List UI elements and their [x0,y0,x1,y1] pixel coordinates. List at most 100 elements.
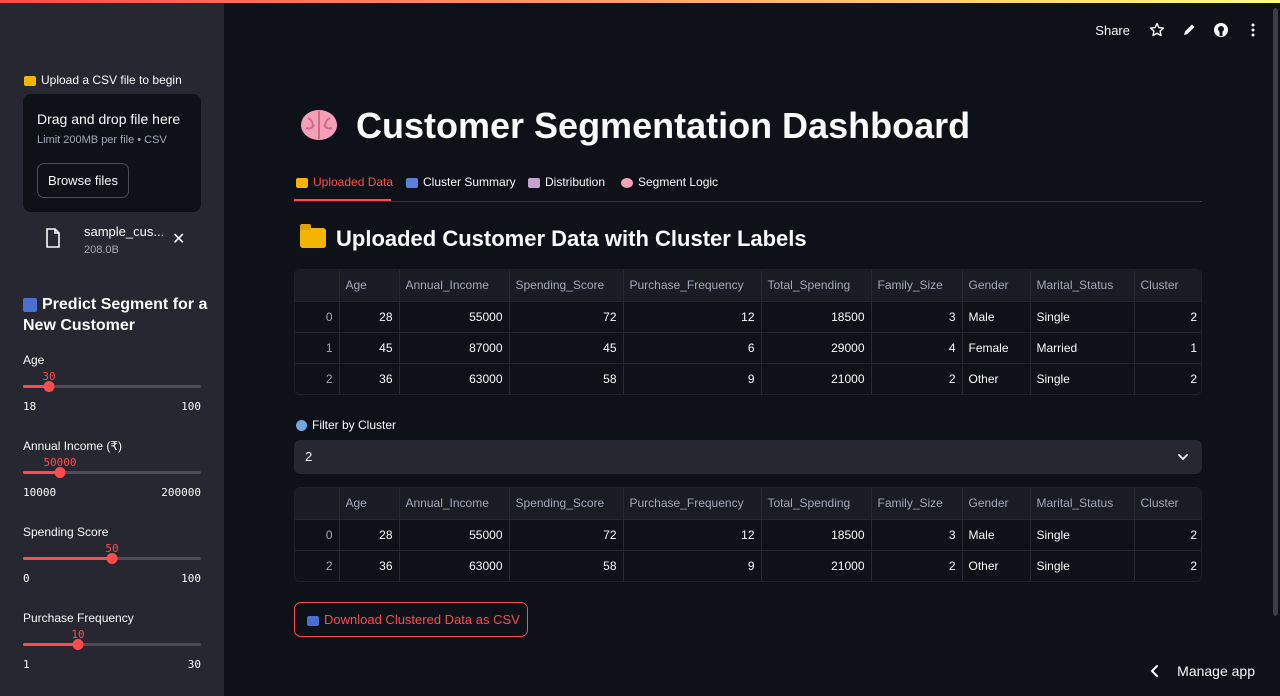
slider-min: 10000 [23,486,57,499]
row-index: 1 [295,332,340,364]
slider-thumb[interactable] [54,467,66,478]
row-index: 0 [295,301,340,333]
github-icon[interactable] [1212,21,1230,39]
slider-label: Spending Score [23,525,109,539]
header-toolbar: Share [1095,19,1262,41]
age-slider[interactable]: Age 30 18 100 [23,353,201,423]
download-csv-button[interactable]: Download Clustered Data as CSV [294,602,528,637]
file-dropzone[interactable]: Drag and drop file here Limit 200MB per … [23,94,201,212]
tab-segment-logic[interactable]: Segment Logic [621,175,718,189]
slider-max: 100 [181,572,201,585]
star-icon[interactable] [1148,21,1166,39]
page-title: Customer Segmentation Dashboard [300,105,970,147]
scrollbar[interactable] [1273,8,1278,616]
column-header[interactable]: Age [339,270,400,302]
column-header[interactable]: Annual_Income [399,488,510,520]
column-header[interactable]: Total_Spending [761,270,872,302]
table-row[interactable]: 1 45 87000 45 6 29000 4 Female Married 1 [295,332,1201,364]
tab-cluster-summary[interactable]: Cluster Summary [406,175,516,189]
column-header[interactable] [295,270,340,302]
table-cell: Female [962,332,1031,364]
slider-track[interactable] [23,471,201,474]
annual-income-slider[interactable]: Annual Income (₹) 50000 10000 200000 [23,439,201,509]
data-table-filtered[interactable]: Age Annual_Income Spending_Score Purchase_F… [294,487,1202,582]
section-title: Uploaded Customer Data with Cluster Labe… [300,224,807,252]
table-cell: Married [1030,332,1135,364]
slider-max: 100 [181,400,201,413]
column-header[interactable]: Annual_Income [399,270,510,302]
more-vertical-icon[interactable] [1244,21,1262,39]
column-header[interactable]: Gender [962,270,1031,302]
column-header[interactable]: Marital_Status [1030,488,1135,520]
table-cell: Single [1030,363,1135,394]
table-cell: 55000 [399,301,510,333]
table-cell: 3 [871,301,963,333]
table-cell: 2 [871,363,963,394]
table-cell: 58 [509,550,624,581]
slider-thumb[interactable] [72,639,84,650]
table-cell: 2 [871,550,963,581]
column-header[interactable]: Family_Size [871,488,963,520]
table-cell: 4 [871,332,963,364]
spending-score-slider[interactable]: Spending Score 50 0 100 [23,525,201,595]
table-row[interactable]: 2 36 63000 58 9 21000 2 Other Single 2 [295,363,1201,394]
magnifier-icon [296,420,307,432]
bar-chart-icon [406,177,418,188]
data-table-all[interactable]: Age Annual_Income Spending_Score Purchase_F… [294,269,1202,395]
cluster-select[interactable]: 2 [294,440,1202,474]
tab-distribution[interactable]: Distribution [528,175,605,189]
slider-label: Annual Income (₹) [23,439,123,453]
slider-thumb[interactable] [106,553,118,564]
remove-file-icon[interactable]: ✕ [172,232,185,248]
slider-label: Purchase Frequency [23,611,134,625]
column-header[interactable]: Total_Spending [761,488,872,520]
dropzone-limit: Limit 200MB per file • CSV [37,134,167,146]
table-header-row: Age Annual_Income Spending_Score Purchase_F… [295,488,1201,520]
column-header[interactable]: Family_Size [871,270,963,302]
column-header[interactable]: Cluster [1134,488,1201,520]
folder-icon [300,224,326,248]
table-cell: Male [962,301,1031,333]
tab-uploaded-data[interactable]: Uploaded Data [296,175,393,189]
table-cell: 18500 [761,301,872,333]
table-cell: 36 [339,550,400,581]
active-tab-indicator [294,199,391,201]
slider-min: 1 [23,658,30,671]
table-cell: 2 [1190,371,1197,386]
table-cell: 2 [1134,301,1201,333]
main-content: Share Customer Segmentation Dashboard Up… [224,0,1280,696]
manage-app-button[interactable]: Manage app [1150,663,1255,679]
table-row[interactable]: 2 36 63000 58 9 21000 2 Other Single 2 [295,550,1201,581]
purchase-frequency-slider[interactable]: Purchase Frequency 10 1 30 [23,611,201,681]
slider-thumb[interactable] [43,381,55,392]
table-row[interactable]: 0 28 55000 72 12 18500 3 Male Single 2 [295,301,1201,333]
column-header[interactable]: Spending_Score [509,270,624,302]
column-header[interactable]: Purchase_Frequency [623,488,762,520]
table-cell: Other [962,550,1031,581]
brain-icon [301,110,337,140]
table-cell: 45 [509,332,624,364]
folder-icon [296,177,308,188]
slider-min: 18 [23,400,37,413]
top-decoration-bar [0,0,1280,3]
browse-files-button[interactable]: Browse files [37,163,129,198]
table-row[interactable]: 0 28 55000 72 12 18500 3 Male Single 2 [295,519,1201,551]
dropzone-title: Drag and drop file here [37,111,181,127]
column-header[interactable]: Gender [962,488,1031,520]
table-cell: Male [962,519,1031,551]
column-header[interactable]: Cluster [1134,270,1201,302]
column-header[interactable]: Spending_Score [509,488,624,520]
table-cell: Other [962,363,1031,394]
column-header[interactable]: Marital_Status [1030,270,1135,302]
upload-label: Upload a CSV file to begin [24,73,182,87]
filter-label: Filter by Cluster [296,418,396,432]
share-button[interactable]: Share [1095,23,1130,38]
table-cell: 63000 [399,363,510,394]
column-header[interactable] [295,488,340,520]
column-header[interactable]: Age [339,488,400,520]
column-header[interactable]: Purchase_Frequency [623,270,762,302]
row-index: 0 [295,519,340,551]
pencil-icon[interactable] [1180,21,1198,39]
table-body: 0 28 55000 72 12 18500 3 Male Single 2 2 36 63000 58 9… [295,519,1201,581]
slider-track[interactable] [23,643,201,646]
